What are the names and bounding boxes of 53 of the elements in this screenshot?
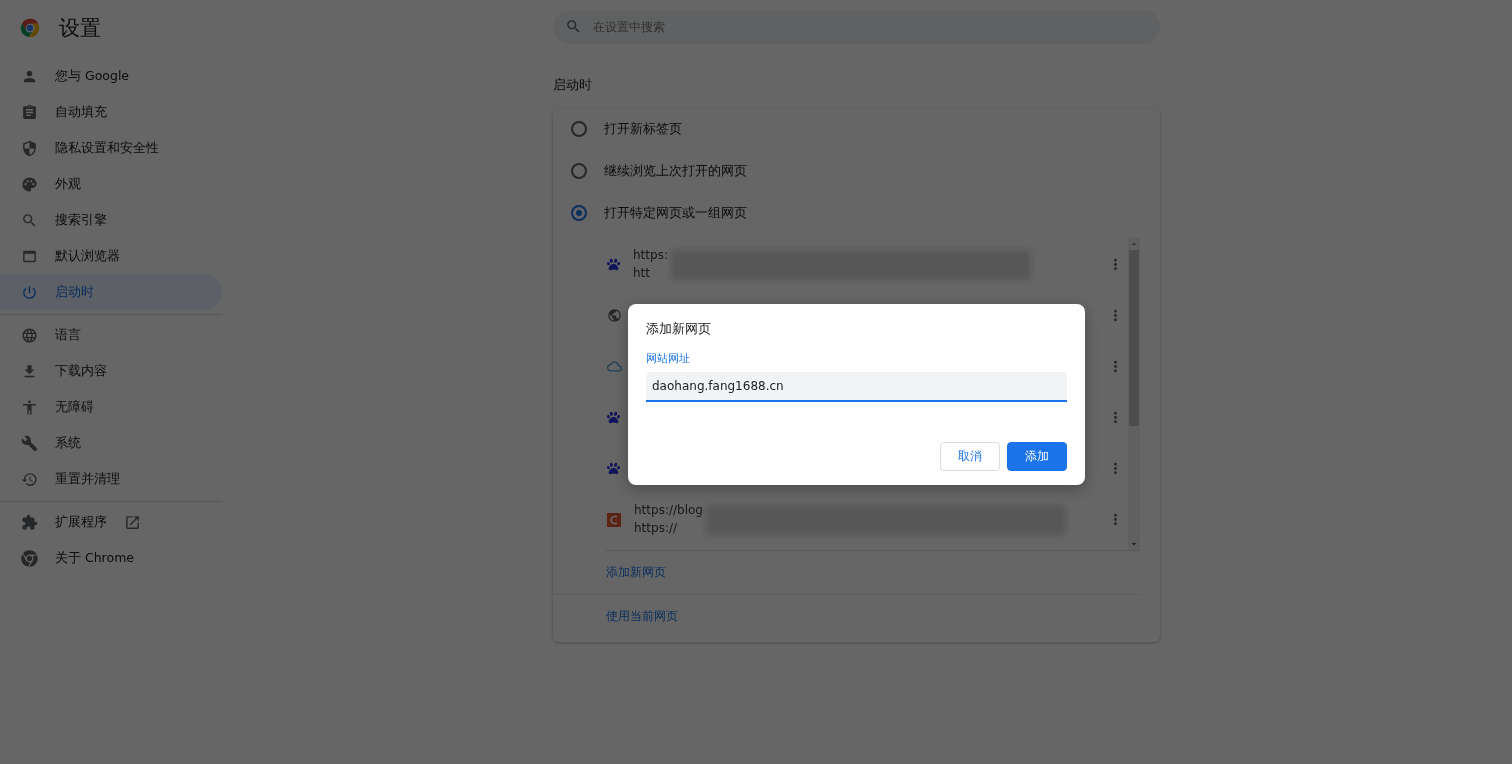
- option-label: 打开新标签页: [604, 120, 682, 138]
- cancel-button[interactable]: 取消: [940, 442, 1000, 471]
- sidebar-item[interactable]: 系统: [0, 425, 222, 461]
- sidebar-item[interactable]: 您与 Google: [0, 58, 222, 94]
- history-icon: [21, 470, 38, 488]
- sidebar-item[interactable]: 下载内容: [0, 353, 222, 389]
- browser-logo-icon: [19, 17, 41, 39]
- link[interactable]: 添加新网页: [606, 564, 666, 581]
- page-url: htt: [633, 266, 651, 281]
- option-label: 继续浏览上次打开的网页: [604, 162, 747, 180]
- page-url: https:: [633, 248, 668, 263]
- paw-icon: [607, 258, 620, 271]
- sidebar-item[interactable]: 外观: [0, 166, 222, 202]
- sidebar-item[interactable]: 自动填充: [0, 94, 222, 130]
- dialog-title: 添加新网页: [646, 320, 712, 338]
- sidebar-item[interactable]: 无障碍: [0, 389, 222, 425]
- globe-icon: [21, 326, 38, 344]
- sidebar-item[interactable]: 搜索引擎: [0, 202, 222, 238]
- accessibility-icon: [21, 398, 38, 416]
- field-label: 网站网址: [646, 351, 691, 366]
- paw-icon: [607, 411, 620, 424]
- sidebar-item[interactable]: 默认浏览器: [0, 238, 222, 274]
- palette-icon: [21, 175, 38, 193]
- url-input-field[interactable]: daohang.fang1688.cn: [646, 372, 1067, 402]
- radio-button[interactable]: [571, 121, 587, 137]
- scrollbar[interactable]: [1128, 238, 1140, 550]
- sidebar-item[interactable]: 关于 Chrome: [0, 540, 222, 576]
- site-favicon-icon: [607, 512, 621, 527]
- section-title: 启动时: [553, 77, 593, 94]
- puzzle-icon: [21, 513, 38, 531]
- sidebar-item[interactable]: 扩展程序: [0, 504, 222, 540]
- search-icon: [21, 211, 38, 229]
- paw-icon: [607, 462, 620, 475]
- globe-icon: [607, 308, 622, 323]
- sidebar-item[interactable]: 隐私设置和安全性: [0, 130, 222, 166]
- sidebar-item[interactable]: 语言: [0, 317, 222, 353]
- radio-button[interactable]: [571, 163, 587, 179]
- link[interactable]: 使用当前网页: [606, 608, 678, 625]
- shield-icon: [21, 139, 38, 157]
- page-title: 设置: [59, 15, 101, 42]
- add-button[interactable]: 添加: [1007, 442, 1067, 471]
- sidebar-item[interactable]: 重置并清理: [0, 461, 222, 497]
- search-icon: [565, 18, 582, 35]
- power-icon: [21, 283, 38, 301]
- clipboard-icon: [21, 103, 38, 121]
- browser-logo-icon: [21, 549, 38, 567]
- radio-button[interactable]: [571, 205, 587, 221]
- external-link-icon: [124, 513, 141, 531]
- page-url: https://blog: [634, 503, 703, 518]
- cloud-icon: [607, 359, 622, 374]
- page-url: https://: [634, 521, 678, 536]
- wrench-icon: [21, 434, 38, 452]
- sidebar-item[interactable]: 启动时: [0, 274, 222, 310]
